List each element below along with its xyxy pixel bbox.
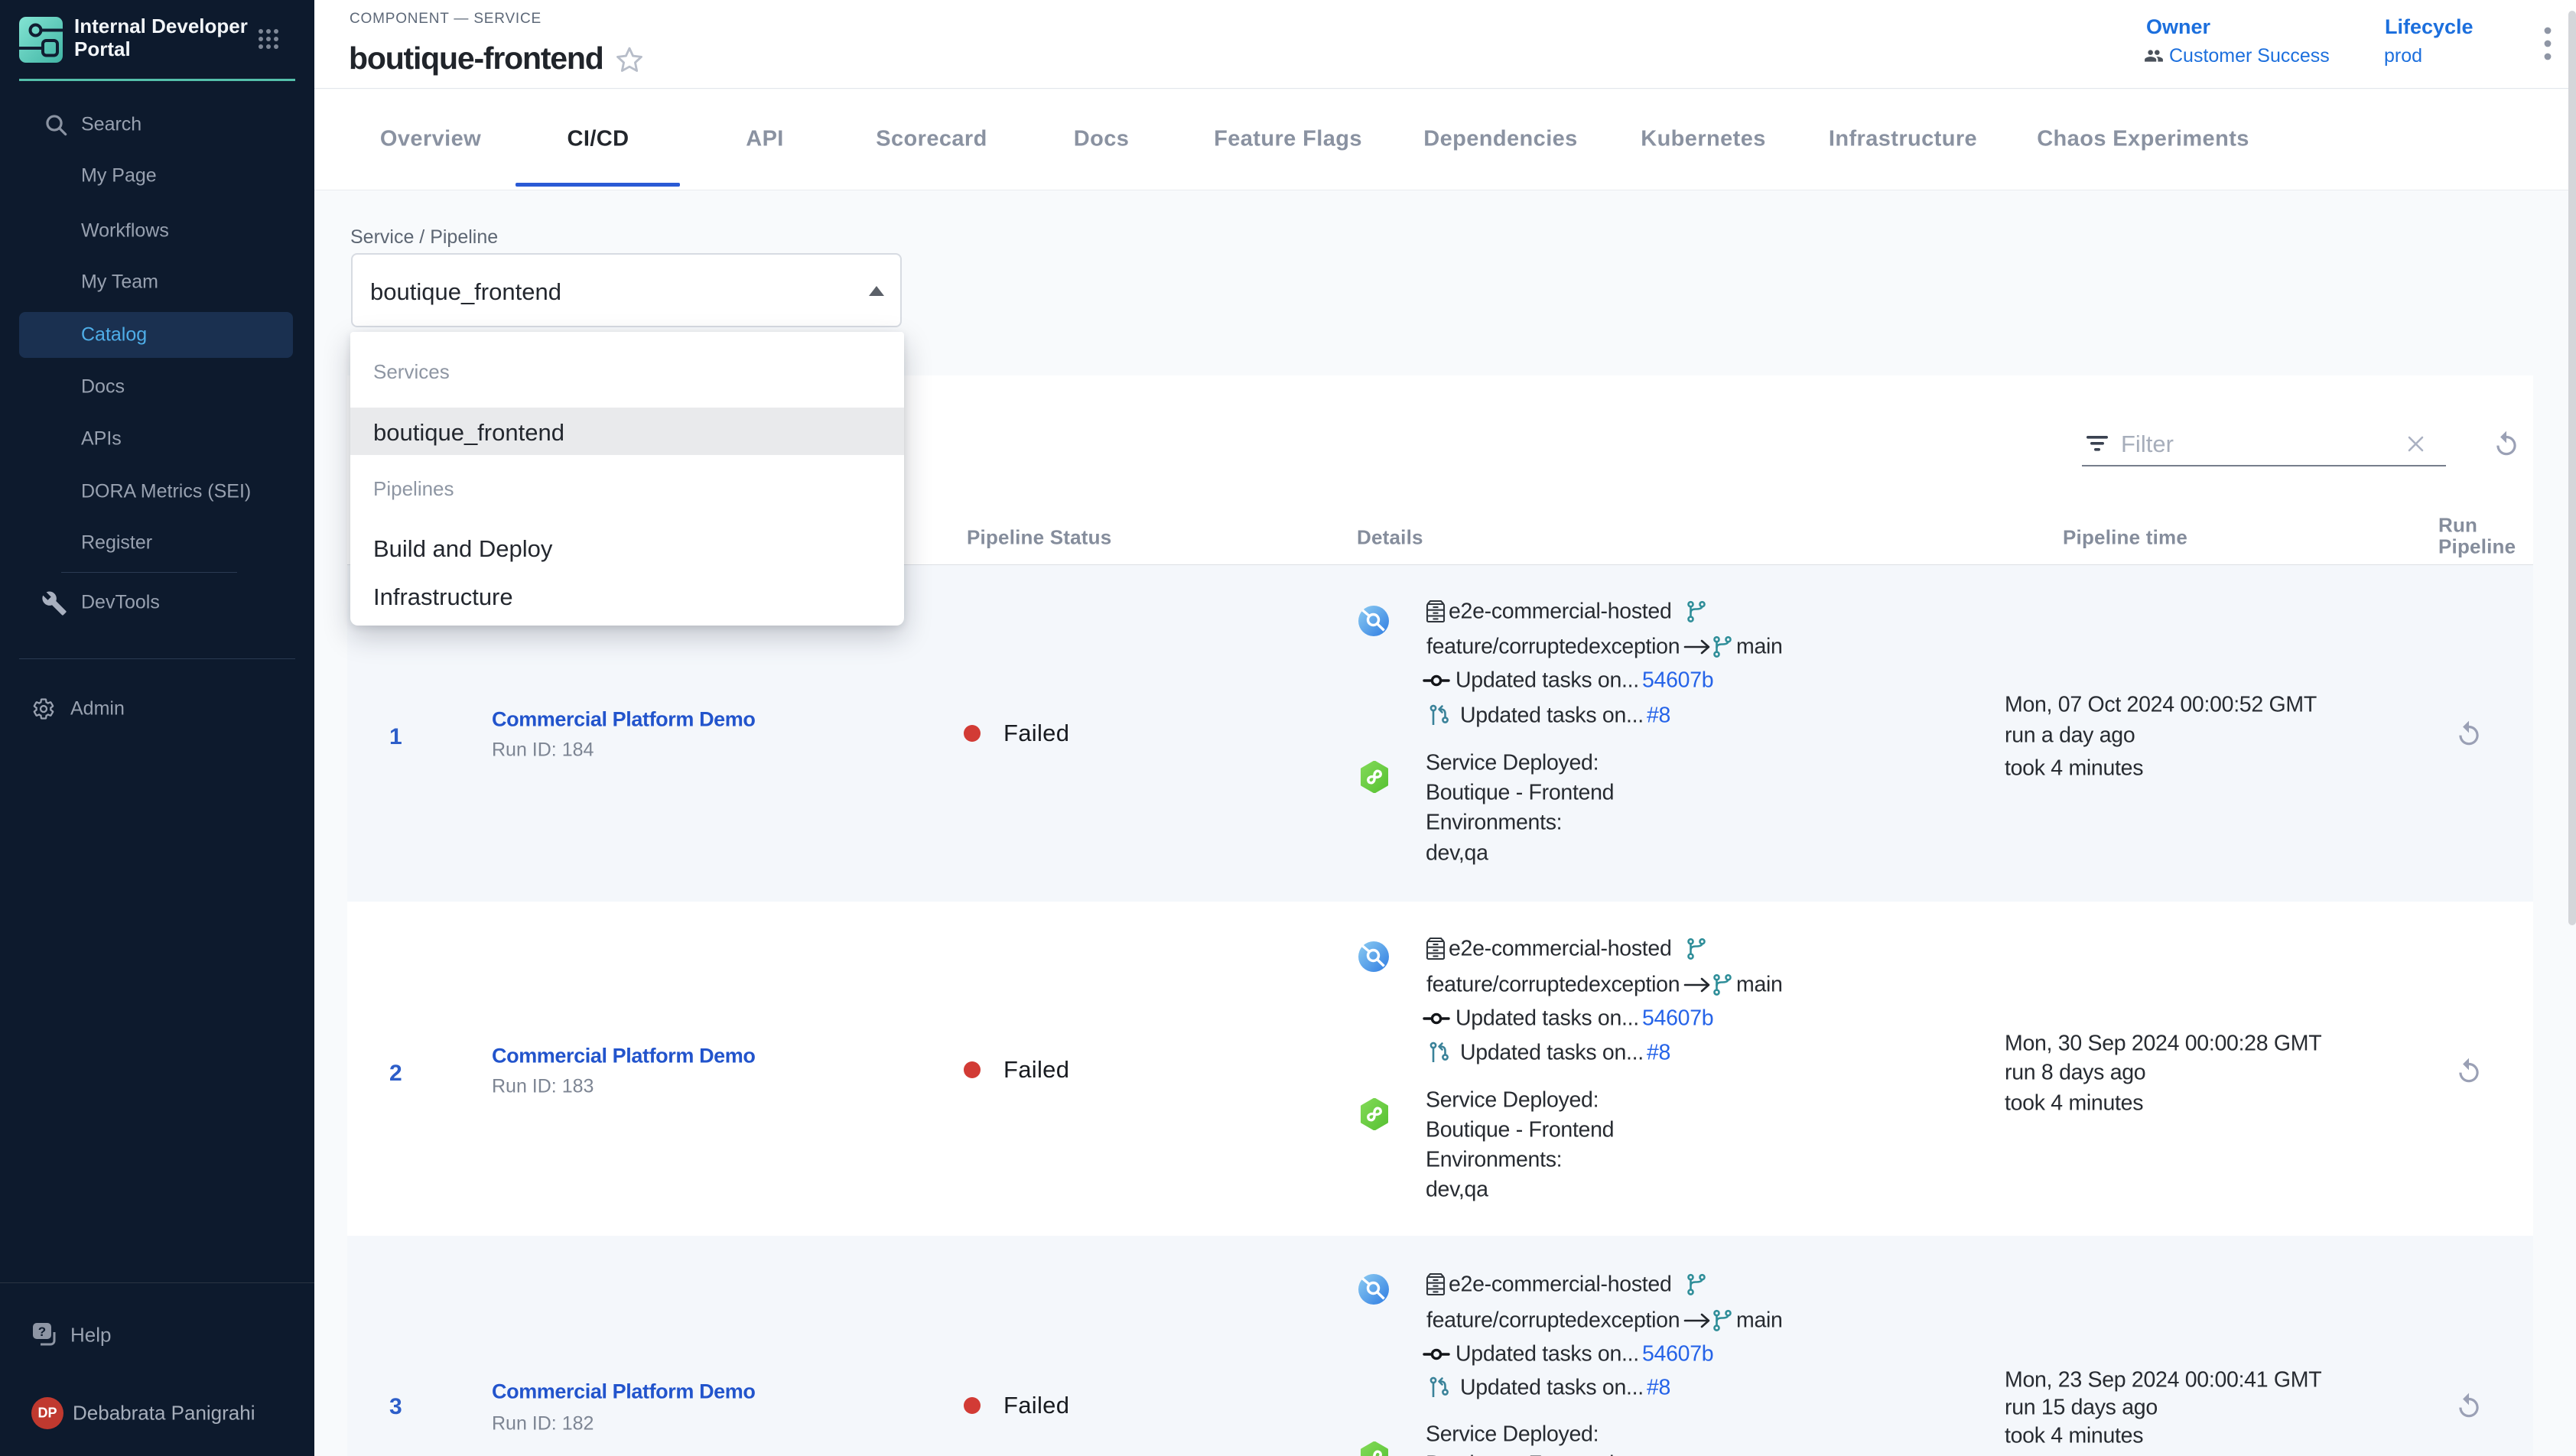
svg-text:?: ?	[38, 1324, 46, 1339]
